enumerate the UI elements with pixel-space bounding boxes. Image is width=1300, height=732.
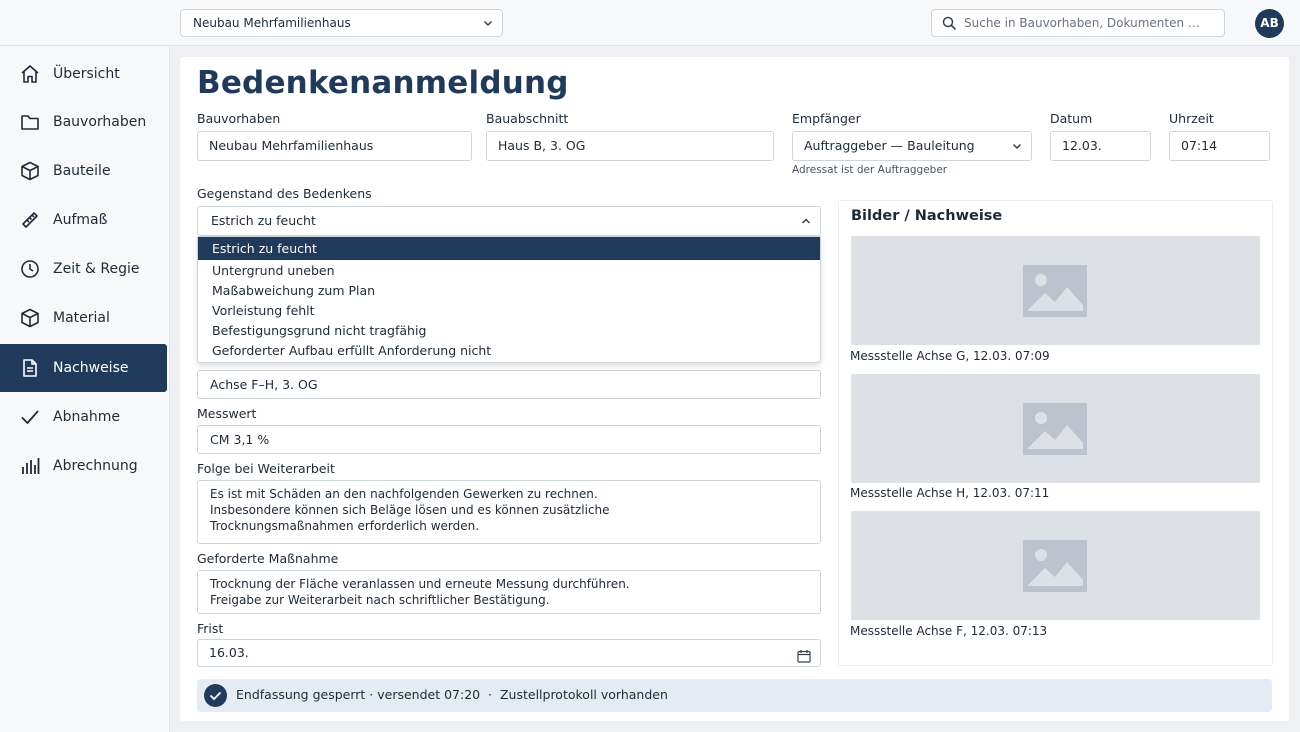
empfaenger-value: Auftraggeber — Bauleitung	[804, 138, 975, 153]
image-placeholder-icon	[1023, 403, 1087, 459]
gegenstand-dropdown-list: Estrich zu feucht Untergrund uneben Maßa…	[197, 236, 821, 363]
massnahme-line: Freigabe zur Weiterarbeit nach schriftli…	[210, 593, 550, 607]
datum-field[interactable]: 12.03.	[1050, 131, 1151, 161]
sidebar-item-uebersicht[interactable]: Übersicht	[0, 50, 167, 98]
image-thumbnail[interactable]	[851, 374, 1260, 483]
sidebar-item-bauvorhaben[interactable]: Bauvorhaben	[0, 98, 167, 146]
user-avatar[interactable]: AB	[1255, 9, 1284, 38]
images-panel: Bilder / Nachweise Messstelle Achse G, 1…	[838, 200, 1273, 666]
folge-line: Trocknungsmaßnahmen erforderlich werden.	[210, 519, 480, 533]
image-placeholder-icon	[1023, 265, 1087, 321]
bauvorhaben-value: Neubau Mehrfamilienhaus	[209, 138, 374, 153]
check-icon	[19, 406, 41, 428]
frist-label: Frist	[197, 621, 224, 636]
dropdown-option[interactable]: Maßabweichung zum Plan	[198, 281, 820, 301]
frist-field[interactable]: 16.03.	[197, 639, 821, 667]
frist-value: 16.03.	[209, 645, 249, 660]
bauvorhaben-field[interactable]: Neubau Mehrfamilienhaus	[197, 131, 472, 161]
ort-value: Achse F–H, 3. OG	[210, 377, 318, 392]
gegenstand-value: Estrich zu feucht	[211, 213, 316, 228]
top-bar: Neubau Mehrfamilienhaus AB	[0, 0, 1300, 46]
image-caption: Messstelle Achse F, 12.03. 07:13	[850, 624, 1048, 638]
image-thumbnail[interactable]	[851, 236, 1260, 345]
page-title: Bedenkenanmeldung	[197, 65, 569, 101]
sidebar-item-abrechnung[interactable]: Abrechnung	[0, 442, 167, 490]
dropdown-option[interactable]: Geforderter Aufbau erfüllt Anforderung n…	[198, 341, 820, 361]
app-window: Neubau Mehrfamilienhaus AB Übersicht Bau…	[0, 0, 1300, 732]
chevron-down-icon	[482, 10, 494, 45]
bauabschnitt-label: Bauabschnitt	[486, 111, 569, 126]
document-icon	[19, 357, 41, 379]
sidebar-item-abnahme[interactable]: Abnahme	[0, 393, 167, 441]
status-bar: Endfassung gesperrt · versendet 07:20 · …	[197, 679, 1272, 712]
sidebar-item-label: Übersicht	[53, 66, 120, 82]
folge-textarea[interactable]: Es ist mit Schäden an den nachfolgenden …	[197, 480, 821, 544]
image-placeholder-icon	[1023, 540, 1087, 596]
sidebar-item-label: Nachweise	[53, 360, 129, 376]
search-box[interactable]	[931, 9, 1225, 37]
dropdown-option[interactable]: Vorleistung fehlt	[198, 301, 820, 321]
messwert-value: CM 3,1 %	[210, 432, 270, 447]
box-icon	[19, 307, 41, 329]
bauabschnitt-value: Haus B, 3. OG	[498, 138, 586, 153]
images-panel-title: Bilder / Nachweise	[851, 208, 1003, 224]
uhrzeit-value: 07:14	[1181, 138, 1218, 153]
sidebar-item-nachweise[interactable]: Nachweise	[0, 344, 167, 392]
sidebar-item-bauteile[interactable]: Bauteile	[0, 147, 167, 195]
folge-label: Folge bei Weiterarbeit	[197, 461, 335, 476]
massnahme-textarea[interactable]: Trocknung der Fläche veranlassen und ern…	[197, 570, 821, 614]
sidebar-item-aufmass[interactable]: Aufmaß	[0, 196, 167, 244]
sidebar-item-label: Abrechnung	[53, 458, 138, 474]
sidebar: Übersicht Bauvorhaben Bauteile Aufmaß Ze…	[0, 46, 170, 732]
bar-chart-icon	[19, 455, 41, 477]
uhrzeit-label: Uhrzeit	[1169, 111, 1214, 126]
empfaenger-label: Empfänger	[792, 111, 861, 126]
sidebar-item-material[interactable]: Material	[0, 294, 167, 342]
folge-line: Insbesondere können sich Beläge lösen un…	[210, 503, 610, 517]
cube-icon	[19, 160, 41, 182]
home-icon	[19, 63, 41, 85]
dropdown-option-selected[interactable]: Estrich zu feucht	[198, 237, 820, 260]
gegenstand-select[interactable]: Estrich zu feucht	[197, 206, 821, 236]
chevron-down-icon	[1011, 132, 1023, 170]
massnahme-label: Geforderte Maßnahme	[197, 551, 339, 566]
gegenstand-label: Gegenstand des Bedenkens	[197, 186, 372, 201]
bauabschnitt-field[interactable]: Haus B, 3. OG	[486, 131, 774, 161]
ort-field[interactable]: Achse F–H, 3. OG	[197, 370, 821, 399]
clock-icon	[19, 258, 41, 280]
form-card: Bedenkenanmeldung Bauvorhaben Neubau Meh…	[180, 57, 1289, 721]
calendar-icon[interactable]	[797, 646, 811, 672]
datum-label: Datum	[1050, 111, 1093, 126]
dropdown-option[interactable]: Untergrund uneben	[198, 261, 820, 281]
search-input[interactable]	[964, 13, 1218, 33]
sidebar-item-label: Zeit & Regie	[53, 261, 140, 277]
datum-value: 12.03.	[1062, 138, 1102, 153]
check-circle-icon	[204, 684, 227, 707]
uhrzeit-field[interactable]: 07:14	[1169, 131, 1270, 161]
sidebar-item-label: Bauteile	[53, 163, 111, 179]
image-caption: Messstelle Achse H, 12.03. 07:11	[850, 486, 1050, 500]
empfaenger-select[interactable]: Auftraggeber — Bauleitung	[792, 131, 1032, 161]
empfaenger-hint: Adressat ist der Auftraggeber	[792, 164, 948, 176]
folge-line: Es ist mit Schäden an den nachfolgenden …	[210, 487, 598, 501]
project-select[interactable]: Neubau Mehrfamilienhaus	[180, 9, 503, 37]
dropdown-option[interactable]: Befestigungsgrund nicht tragfähig	[198, 321, 820, 341]
bauvorhaben-label: Bauvorhaben	[197, 111, 281, 126]
project-select-value: Neubau Mehrfamilienhaus	[193, 16, 351, 30]
messwert-label: Messwert	[197, 406, 257, 421]
folder-icon	[19, 111, 41, 133]
sidebar-item-label: Abnahme	[53, 409, 121, 425]
sidebar-item-label: Bauvorhaben	[53, 114, 147, 130]
sidebar-item-zeit-regie[interactable]: Zeit & Regie	[0, 245, 167, 293]
sidebar-item-label: Aufmaß	[53, 212, 108, 228]
image-caption: Messstelle Achse G, 12.03. 07:09	[850, 349, 1050, 363]
image-thumbnail[interactable]	[851, 511, 1260, 620]
messwert-field[interactable]: CM 3,1 %	[197, 425, 821, 454]
status-text: Endfassung gesperrt · versendet 07:20 · …	[236, 687, 668, 702]
sidebar-item-label: Material	[53, 310, 110, 326]
massnahme-line: Trocknung der Fläche veranlassen und ern…	[210, 577, 630, 591]
search-icon	[942, 16, 957, 35]
ruler-icon	[19, 209, 41, 231]
